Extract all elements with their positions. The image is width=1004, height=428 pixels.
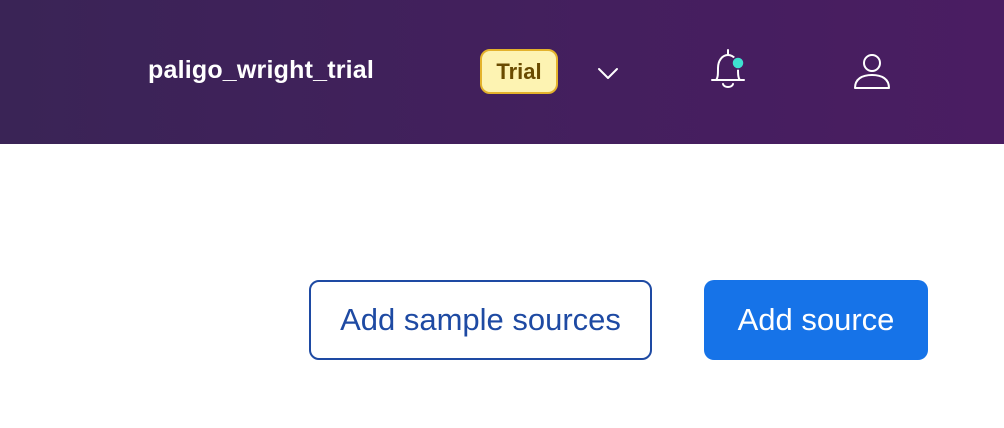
- top-navigation-bar: paligo_wright_trial Trial: [0, 0, 1004, 144]
- account-button[interactable]: [850, 50, 894, 94]
- user-icon: [854, 54, 890, 89]
- notifications-button[interactable]: [706, 46, 750, 94]
- chevron-down-icon: [598, 68, 618, 79]
- workspace-name[interactable]: paligo_wright_trial: [148, 56, 374, 85]
- trial-badge: Trial: [480, 49, 558, 94]
- add-sample-sources-button[interactable]: Add sample sources: [309, 280, 652, 360]
- add-source-button[interactable]: Add source: [704, 280, 928, 360]
- workspace-dropdown-toggle[interactable]: [594, 60, 622, 88]
- bell-icon: [711, 49, 745, 88]
- notification-dot: [731, 56, 745, 70]
